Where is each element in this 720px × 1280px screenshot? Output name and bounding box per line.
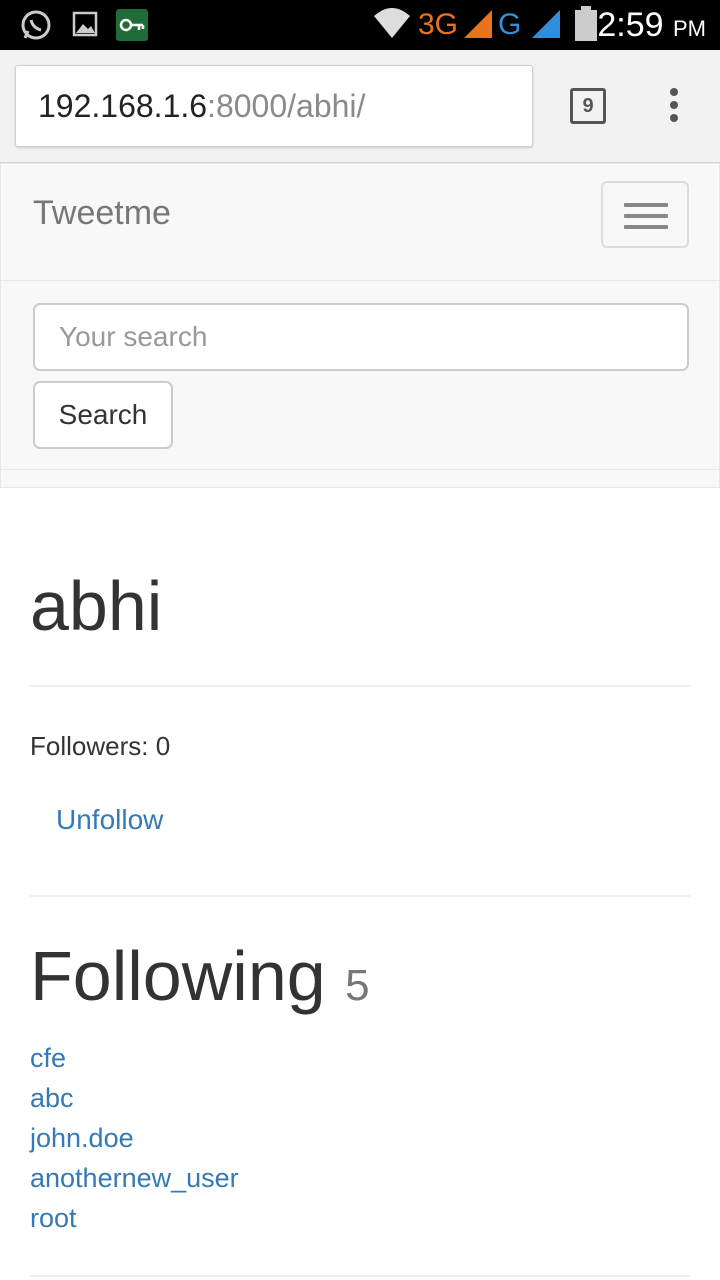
- battery-icon: [574, 6, 598, 47]
- hamburger-icon-bar: [624, 225, 668, 229]
- list-item: john.doe: [30, 1118, 239, 1158]
- vpn-key-icon: [116, 9, 148, 46]
- navbar-divider: [1, 280, 719, 281]
- url-host: 192.168.1.6: [38, 88, 208, 124]
- search-input[interactable]: [33, 303, 689, 371]
- list-item: cfe: [30, 1038, 239, 1078]
- hamburger-icon-bar: [624, 214, 668, 218]
- signal-icon: [530, 8, 562, 45]
- network-type-3g: 3G: [418, 8, 459, 41]
- following-heading: Following 5: [30, 937, 370, 1015]
- profile-username: abhi: [30, 567, 163, 645]
- list-item: anothernew_user: [30, 1158, 239, 1198]
- following-count: 5: [345, 961, 370, 1010]
- url-path: :8000/abhi/: [207, 88, 366, 124]
- following-list: cfe abc john.doe anothernew_user root: [30, 1038, 239, 1238]
- followers-count: Followers: 0: [30, 731, 171, 761]
- gallery-icon: [72, 9, 98, 44]
- unfollow-link[interactable]: Unfollow: [56, 804, 163, 836]
- clock: 2:59 PM: [597, 6, 706, 44]
- following-user-link[interactable]: abc: [30, 1083, 74, 1113]
- tab-switcher-button[interactable]: 9: [570, 88, 606, 124]
- list-item: root: [30, 1198, 239, 1238]
- following-user-link[interactable]: anothernew_user: [30, 1163, 239, 1193]
- navbar-brand[interactable]: Tweetme: [33, 194, 171, 233]
- following-user-link[interactable]: root: [30, 1203, 77, 1233]
- navbar-toggle-button[interactable]: [601, 181, 689, 248]
- wifi-icon: [372, 6, 412, 45]
- divider: [30, 895, 690, 897]
- whatsapp-icon: [20, 9, 52, 46]
- signal-icon: [462, 8, 494, 45]
- following-user-link[interactable]: john.doe: [30, 1123, 134, 1153]
- divider: [30, 685, 690, 687]
- url-text: 192.168.1.6:8000/abhi/: [38, 88, 365, 125]
- status-bar: 3G G 2:59 PM: [0, 0, 720, 50]
- browser-toolbar: 192.168.1.6:8000/abhi/ 9: [0, 50, 720, 163]
- navbar-divider: [1, 469, 719, 470]
- hamburger-icon: [624, 203, 668, 207]
- following-user-link[interactable]: cfe: [30, 1043, 66, 1073]
- address-bar[interactable]: 192.168.1.6:8000/abhi/: [15, 65, 533, 147]
- network-type-g: G: [498, 8, 522, 41]
- list-item: abc: [30, 1078, 239, 1118]
- divider: [30, 1275, 690, 1277]
- overflow-menu-icon[interactable]: [664, 88, 684, 128]
- site-navbar: Tweetme Search: [0, 163, 720, 488]
- search-button[interactable]: Search: [33, 381, 173, 449]
